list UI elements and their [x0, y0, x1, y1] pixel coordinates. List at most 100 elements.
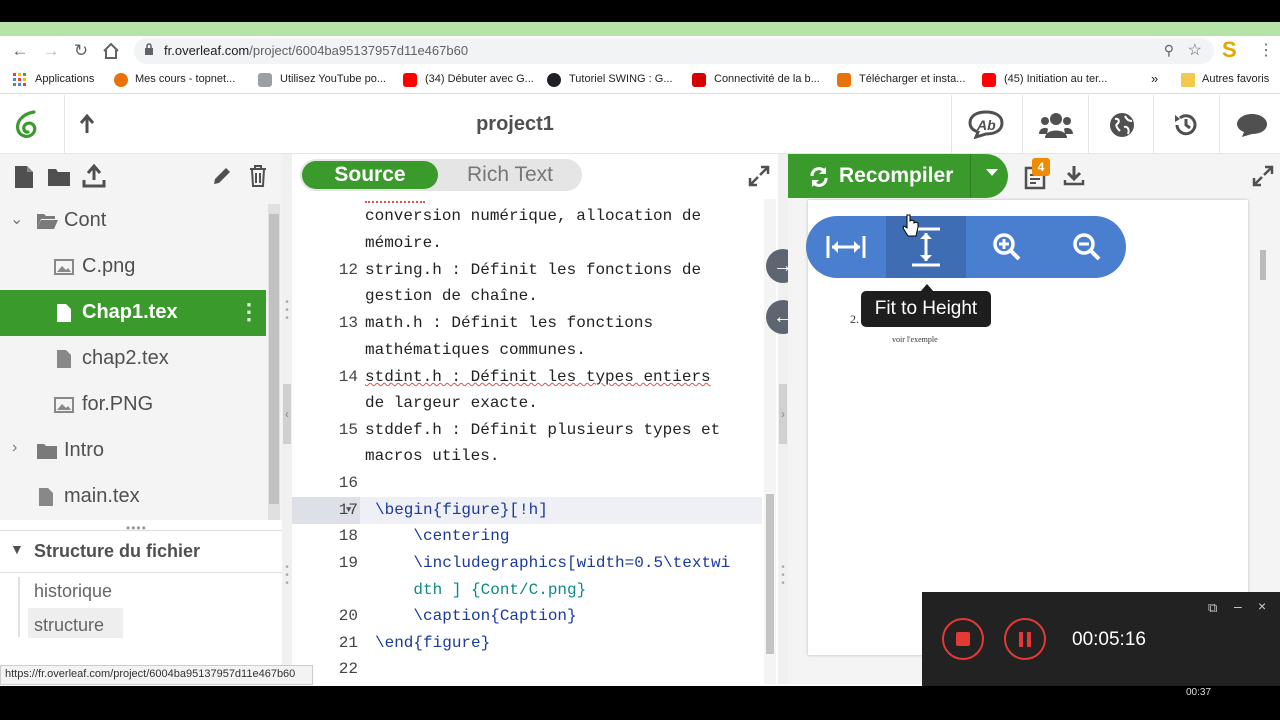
- file-icon: [57, 304, 71, 322]
- other-favorites[interactable]: Autres favoris: [1202, 73, 1269, 85]
- bookmark-connectivite[interactable]: Connectivité de la b...: [714, 73, 820, 85]
- file-icon: [39, 488, 53, 506]
- outline-title[interactable]: Structure du fichier: [34, 541, 200, 562]
- tree-item-label: Cont: [64, 209, 107, 231]
- collapse-tree-toggle[interactable]: ‹: [283, 384, 291, 444]
- apps-grid-icon[interactable]: [13, 73, 27, 87]
- logs-badge: 4: [1032, 158, 1050, 176]
- fit-to-height-icon[interactable]: [886, 216, 966, 278]
- line-number: 16: [338, 474, 358, 492]
- rename-pencil-icon[interactable]: [211, 165, 233, 187]
- source-mode-button[interactable]: Source: [302, 161, 438, 189]
- bookmark-telecharger[interactable]: Télécharger et insta...: [859, 73, 965, 85]
- bookmark-swing[interactable]: Tutoriel SWING : G...: [569, 73, 673, 85]
- lock-icon: [145, 43, 153, 55]
- tree-folder-intro[interactable]: › Intro: [0, 428, 266, 474]
- zoom-out-icon[interactable]: [1046, 216, 1126, 278]
- new-file-icon[interactable]: [14, 165, 34, 189]
- bookmark-debuter[interactable]: (34) Débuter avec G...: [425, 73, 534, 85]
- expand-editor-icon[interactable]: [748, 165, 770, 187]
- back-icon[interactable]: ←: [9, 40, 31, 62]
- tree-folder-cont[interactable]: ⌄ Cont: [0, 198, 266, 244]
- line-number: 15: [338, 421, 358, 439]
- expand-pdf-icon[interactable]: [1252, 165, 1274, 187]
- tree-file-chap2-tex[interactable]: chap2.tex: [0, 336, 266, 382]
- code-line: macros utiles.: [365, 447, 500, 465]
- publish-globe-icon[interactable]: [1088, 95, 1152, 154]
- forward-icon[interactable]: →: [40, 40, 62, 62]
- pause-recording-button[interactable]: [1004, 618, 1046, 660]
- tree-file-c-png[interactable]: C.png: [0, 244, 266, 290]
- code-line: conversion numérique, allocation de: [365, 207, 702, 225]
- recompile-options-caret-icon[interactable]: [986, 169, 998, 176]
- bookmark-favicon: [547, 73, 561, 87]
- zoom-in-icon[interactable]: [966, 216, 1046, 278]
- home-icon[interactable]: [100, 40, 122, 62]
- history-icon[interactable]: [1153, 95, 1217, 154]
- tree-file-main-tex[interactable]: main.tex: [0, 474, 266, 520]
- tree-file-for-png[interactable]: for.PNG: [0, 382, 266, 428]
- bookmark-favicon: [837, 73, 851, 87]
- recompile-button[interactable]: Recompiler: [788, 154, 1008, 198]
- rich-text-mode-button[interactable]: Rich Text: [440, 161, 580, 189]
- collapse-pdf-toggle[interactable]: ›: [779, 384, 787, 444]
- bookmark-applications[interactable]: Applications: [35, 73, 94, 85]
- folder-icon: [1181, 73, 1195, 87]
- code-line: dth ] {Cont/C.png}: [375, 581, 587, 599]
- chat-icon[interactable]: [1219, 95, 1280, 154]
- zoom-icon[interactable]: ⚲: [1164, 42, 1174, 59]
- code-line: \caption{Caption}: [375, 607, 577, 625]
- code-line: mémoire.: [365, 234, 442, 252]
- fold-arrow-icon[interactable]: ▼: [346, 505, 351, 515]
- code-line: \centering: [375, 527, 510, 545]
- svg-text:Ab: Ab: [976, 117, 996, 133]
- download-pdf-icon[interactable]: [1063, 164, 1085, 186]
- browser-toolbar: ← → ↻ fr.overleaf.com/project/6004ba9513…: [0, 36, 1280, 66]
- code-line: mathématiques communes.: [365, 341, 586, 359]
- bookmark-favicon: [692, 73, 706, 87]
- bookmark-mes-cours[interactable]: Mes cours - topnet...: [135, 73, 235, 85]
- more-bookmarks-button[interactable]: »: [1151, 71, 1158, 86]
- outline-item-historique[interactable]: historique: [34, 581, 112, 602]
- code-line: string.h : Définit les fonctions de: [365, 261, 702, 279]
- address-bar[interactable]: fr.overleaf.com/project/6004ba95137957d1…: [134, 38, 1214, 64]
- chevron-down-icon[interactable]: ⌄: [10, 209, 23, 229]
- share-users-icon[interactable]: [1022, 95, 1086, 154]
- review-icon[interactable]: Ab: [951, 95, 1015, 154]
- code-line: stddef.h : Définit plusieurs types et: [365, 421, 721, 439]
- tree-item-label: for.PNG: [82, 393, 154, 415]
- browser-menu-icon[interactable]: ⋮: [1258, 40, 1274, 60]
- chevron-right-icon[interactable]: ›: [12, 439, 17, 457]
- code-line: de largeur exacte.: [365, 394, 538, 412]
- file-menu-icon[interactable]: ⋮: [238, 299, 260, 325]
- bookmark-initiation[interactable]: (45) Initiation au ter...: [1004, 73, 1107, 85]
- profile-icon[interactable]: S: [1222, 38, 1244, 62]
- stop-recording-button[interactable]: [942, 618, 984, 660]
- star-icon[interactable]: ☆: [1188, 40, 1202, 60]
- close-icon[interactable]: ×: [1258, 598, 1266, 614]
- bookmark-youtube-1[interactable]: Utilisez YouTube po...: [280, 73, 386, 85]
- chevron-down-icon[interactable]: ▼: [10, 541, 24, 557]
- screen-recorder-widget: ⧉ – × 00:05:16: [922, 592, 1280, 686]
- fit-to-width-icon[interactable]: [806, 216, 886, 278]
- outline-item-structure[interactable]: structure: [34, 615, 104, 636]
- upload-icon[interactable]: [82, 164, 106, 188]
- panel-resizer-right[interactable]: › • • •: [778, 154, 788, 684]
- window-top-bar: [0, 0, 1280, 36]
- panel-resizer-left[interactable]: • • • ‹ • • •: [282, 154, 292, 684]
- code-editor[interactable]: conversion numérique, allocation de mémo…: [292, 199, 762, 684]
- delete-trash-icon[interactable]: [248, 164, 268, 188]
- editor-mode-toggle: Source Rich Text: [300, 159, 582, 191]
- link-status-bar: https://fr.overleaf.com/project/6004ba95…: [0, 665, 313, 685]
- code-line: \end{figure}: [375, 634, 491, 652]
- file-tree-toolbar: [0, 154, 282, 198]
- fit-to-height-tooltip: Fit to Height: [861, 291, 991, 327]
- code-line: math.h : Définit les fonctions: [365, 314, 654, 332]
- tree-file-chap1-tex[interactable]: Chap1.tex ⋮: [0, 290, 266, 336]
- new-folder-icon[interactable]: [47, 167, 71, 187]
- reload-icon[interactable]: ↻: [70, 40, 92, 62]
- popout-icon[interactable]: ⧉: [1208, 600, 1217, 616]
- minimize-icon[interactable]: –: [1234, 598, 1242, 614]
- file-tree-scrollbar[interactable]: [268, 204, 280, 520]
- overleaf-header: project1 Ab: [0, 95, 1280, 154]
